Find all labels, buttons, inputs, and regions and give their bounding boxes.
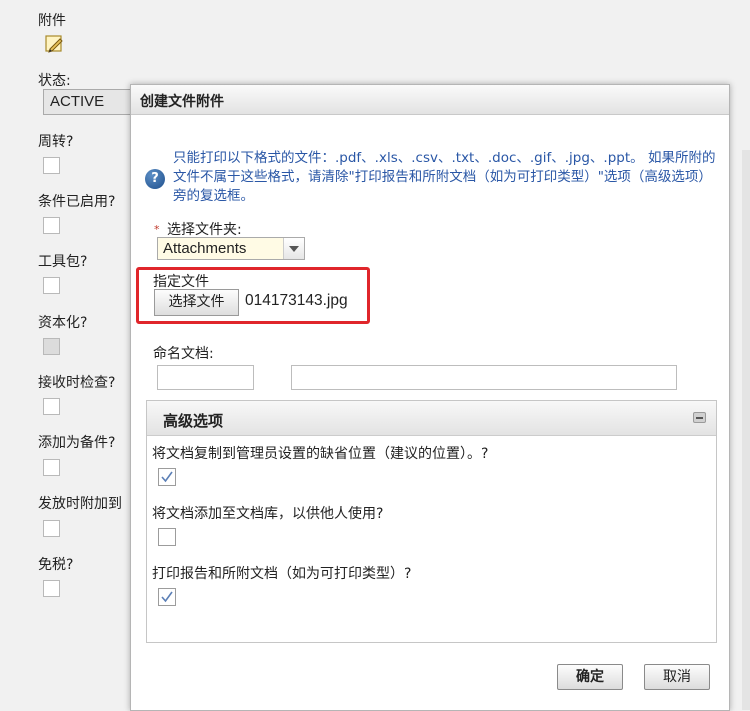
- required-marker: *: [154, 223, 160, 236]
- checkmark-icon: [161, 591, 173, 603]
- checkbox-copy-default[interactable]: [158, 468, 176, 486]
- document-name-input[interactable]: [157, 365, 254, 390]
- field-label-condition-enabled: 条件已启用?: [38, 194, 116, 210]
- advanced-options-title: 高级选项: [163, 412, 224, 430]
- checkbox-attach-on-issue[interactable]: [43, 520, 60, 537]
- option-label-add-to-library: 将文档添加至文档库，以供他人使用?: [152, 506, 384, 522]
- dialog-title: 创建文件附件: [131, 85, 729, 115]
- field-label-kit: 工具包?: [38, 254, 88, 270]
- create-attachment-dialog: 创建文件附件 ? 只能打印以下格式的文件：.pdf、.xls、.csv、.txt…: [130, 84, 730, 711]
- status-label: 状态:: [38, 73, 71, 89]
- collapse-icon[interactable]: [693, 412, 706, 423]
- checkbox-capitalized: [43, 338, 60, 355]
- document-description-input[interactable]: [291, 365, 677, 390]
- checkbox-kit[interactable]: [43, 277, 60, 294]
- advanced-options-panel: 高级选项 将文档复制到管理员设置的缺省位置（建议的位置）。? 将文档添加至文档库…: [146, 400, 717, 643]
- checkbox-inspect-on-receipt[interactable]: [43, 398, 60, 415]
- field-label-add-as-spare: 添加为备件?: [38, 435, 116, 451]
- attachments-label: 附件: [38, 13, 66, 29]
- folder-select-value: Attachments: [163, 240, 247, 257]
- checkbox-condition-enabled[interactable]: [43, 217, 60, 234]
- advanced-options-header[interactable]: 高级选项: [147, 401, 716, 436]
- scrollbar-track[interactable]: [742, 150, 750, 710]
- checkbox-add-to-library[interactable]: [158, 528, 176, 546]
- field-label-inspect-on-receipt: 接收时检查?: [38, 375, 116, 391]
- chevron-down-icon[interactable]: [283, 238, 304, 259]
- field-label-rotating: 周转?: [38, 134, 74, 150]
- edit-attachment-icon[interactable]: [43, 33, 65, 55]
- checkbox-rotating[interactable]: [43, 157, 60, 174]
- folder-select[interactable]: Attachments: [157, 237, 305, 260]
- status-field: ACTIVE: [43, 89, 143, 115]
- checkbox-tax-exempt[interactable]: [43, 580, 60, 597]
- cancel-button[interactable]: 取消: [644, 664, 710, 690]
- field-label-tax-exempt: 免税?: [38, 557, 74, 573]
- checkbox-print-attachments[interactable]: [158, 588, 176, 606]
- field-label-capitalized: 资本化?: [38, 315, 88, 331]
- selected-file-name: 014173143.jpg: [245, 292, 348, 309]
- checkbox-add-as-spare[interactable]: [43, 459, 60, 476]
- info-message: 只能打印以下格式的文件：.pdf、.xls、.csv、.txt、.doc、.gi…: [173, 150, 716, 204]
- specify-file-label: 指定文件: [153, 274, 209, 290]
- field-label-attach-on-issue: 发放时附加到: [38, 496, 122, 512]
- option-label-copy-default: 将文档复制到管理员设置的缺省位置（建议的位置）。?: [152, 446, 489, 462]
- folder-label: 选择文件夹:: [167, 222, 242, 238]
- choose-file-button[interactable]: 选择文件: [154, 289, 239, 316]
- checkmark-icon: [161, 471, 173, 483]
- help-info-icon: ?: [145, 169, 165, 189]
- ok-button[interactable]: 确定: [557, 664, 623, 690]
- name-document-label: 命名文档:: [153, 346, 214, 362]
- option-label-print-attachments: 打印报告和所附文档（如为可打印类型）?: [152, 566, 412, 582]
